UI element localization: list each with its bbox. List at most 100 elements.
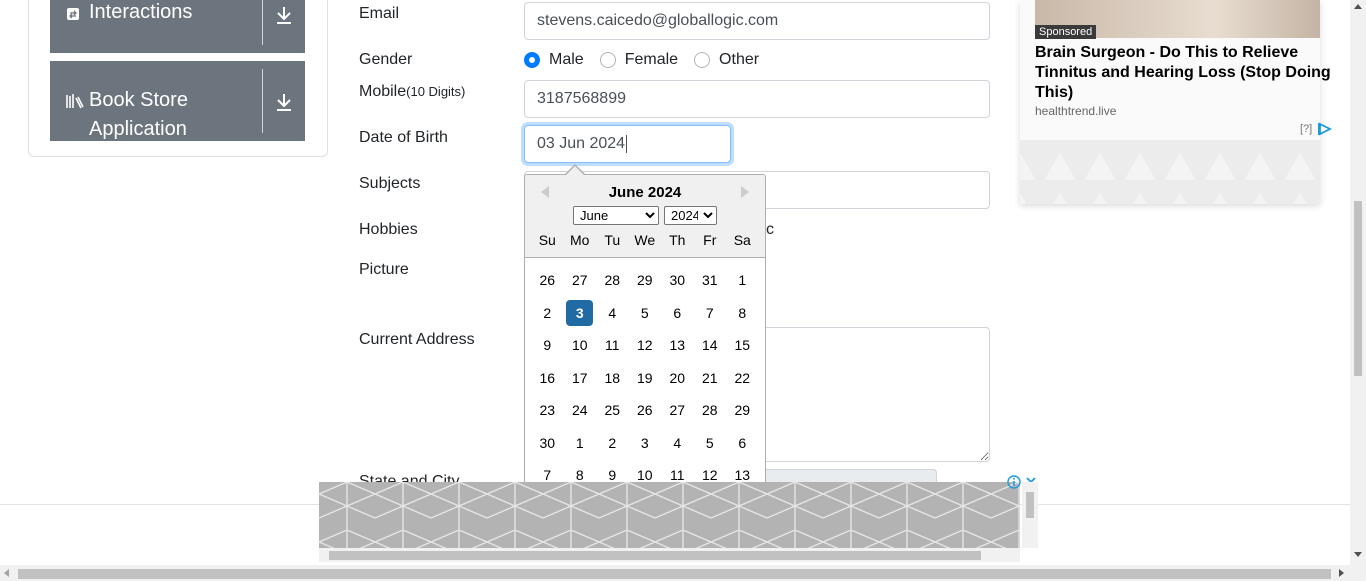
- datepicker-day[interactable]: 2: [596, 430, 629, 456]
- datepicker-day[interactable]: 16: [531, 365, 564, 391]
- datepicker-day[interactable]: 24: [564, 397, 597, 423]
- datepicker-day[interactable]: 7: [694, 300, 727, 326]
- datepicker-day[interactable]: 6: [661, 300, 694, 326]
- datepicker-week: 23 24 25 26 27 28 29: [531, 397, 759, 423]
- hobbies-option-fragment[interactable]: c: [766, 220, 774, 240]
- subjects-label: Subjects: [359, 175, 421, 192]
- ad-source[interactable]: healthtrend.live: [1035, 104, 1116, 118]
- datepicker-day[interactable]: 13: [661, 332, 694, 358]
- datepicker-day[interactable]: 11: [596, 332, 629, 358]
- datepicker-day[interactable]: 26: [629, 397, 662, 423]
- current-address-label: Current Address: [359, 331, 475, 348]
- ad-help-link[interactable]: [?]: [1300, 123, 1312, 135]
- datepicker-day[interactable]: 4: [661, 430, 694, 456]
- datepicker-day[interactable]: 30: [531, 430, 564, 456]
- scrollbar-thumb[interactable]: [18, 569, 1331, 579]
- download-icon[interactable]: [273, 4, 295, 26]
- datepicker-day[interactable]: 29: [629, 267, 662, 293]
- datepicker-day[interactable]: 28: [596, 267, 629, 293]
- bottom-banner-ad[interactable]: [319, 482, 1020, 548]
- datepicker-day[interactable]: 25: [596, 397, 629, 423]
- ad-info-icon[interactable]: [1007, 475, 1021, 489]
- datepicker-day[interactable]: 4: [596, 300, 629, 326]
- scrollbar-thumb[interactable]: [1026, 492, 1034, 518]
- gender-radio-female[interactable]: [599, 52, 616, 68]
- page-horizontal-scrollbar[interactable]: [0, 565, 1366, 581]
- weekday-label: Mo: [570, 232, 590, 248]
- divider: [262, 0, 263, 45]
- datepicker-day[interactable]: 29: [726, 397, 759, 423]
- datepicker-day[interactable]: 1: [726, 267, 759, 293]
- gender-radio-other[interactable]: [694, 52, 711, 68]
- sidebar-group-label-line1: Book Store: [89, 89, 188, 111]
- weekday-label: Tu: [604, 232, 621, 248]
- ad-background-pattern: [1020, 140, 1320, 204]
- download-icon[interactable]: [273, 91, 295, 113]
- text-caret: [626, 135, 628, 153]
- sidebar-group-label-line2: Application: [89, 118, 187, 140]
- email-field[interactable]: stevens.caicedo@globallogic.com: [524, 2, 990, 40]
- datepicker-day[interactable]: 3: [629, 430, 662, 456]
- scroll-right-icon[interactable]: [1339, 569, 1344, 577]
- datepicker-day[interactable]: 23: [531, 397, 564, 423]
- month-select[interactable]: June: [573, 206, 659, 225]
- datepicker-day[interactable]: 6: [726, 430, 759, 456]
- dob-value: 03 Jun 2024: [537, 135, 626, 152]
- datepicker-day[interactable]: 9: [531, 332, 564, 358]
- sidebar-group-label: Interactions: [89, 1, 193, 23]
- datepicker-day[interactable]: 14: [694, 332, 727, 358]
- datepicker-day[interactable]: 26: [531, 267, 564, 293]
- datepicker-day[interactable]: 5: [694, 430, 727, 456]
- ad-headline[interactable]: Brain Surgeon - Do This to Relieve Tinni…: [1035, 43, 1335, 103]
- datepicker-day[interactable]: 28: [694, 397, 727, 423]
- sponsored-badge: Sponsored: [1035, 25, 1097, 39]
- datepicker-day[interactable]: 10: [564, 332, 597, 358]
- datepicker-day[interactable]: 5: [629, 300, 662, 326]
- datepicker-day[interactable]: 12: [629, 332, 662, 358]
- datepicker-day[interactable]: 30: [661, 267, 694, 293]
- mobile-value: 3187568899: [537, 90, 626, 107]
- datepicker-day[interactable]: 2: [531, 300, 564, 326]
- datepicker-day[interactable]: 21: [694, 365, 727, 391]
- mobile-field[interactable]: 3187568899: [524, 80, 990, 118]
- gender-label-female[interactable]: Female: [625, 51, 678, 69]
- scrollbar-thumb[interactable]: [329, 551, 981, 560]
- datepicker-day[interactable]: 1: [564, 430, 597, 456]
- scroll-up-icon[interactable]: [1354, 4, 1362, 9]
- date-of-birth-input[interactable]: 03 Jun 2024: [524, 125, 731, 163]
- gender-label-other[interactable]: Other: [719, 51, 759, 69]
- datepicker-day[interactable]: 31: [694, 267, 727, 293]
- hobbies-label: Hobbies: [359, 221, 418, 238]
- weekday-label: We: [634, 232, 656, 248]
- datepicker-day[interactable]: 22: [726, 365, 759, 391]
- interactions-icon: [66, 7, 82, 23]
- datepicker-day[interactable]: 17: [564, 365, 597, 391]
- gender-label-male[interactable]: Male: [549, 51, 584, 69]
- weekday-label: Sa: [733, 232, 751, 248]
- year-select[interactable]: 2024: [664, 206, 717, 225]
- mobile-label-text: Mobile: [359, 83, 407, 100]
- scrollbar-thumb[interactable]: [1354, 201, 1362, 376]
- ad-horizontal-scrollbar[interactable]: [319, 548, 1020, 562]
- datepicker-day[interactable]: 20: [661, 365, 694, 391]
- page-vertical-scrollbar[interactable]: [1350, 0, 1366, 565]
- datepicker-day-selected[interactable]: 3: [566, 299, 594, 326]
- datepicker-popup: June 2024 June 2024 Su Mo Tu We Th Fr Sa…: [524, 174, 766, 494]
- weekday-label: Th: [669, 232, 686, 248]
- datepicker-day[interactable]: 27: [564, 267, 597, 293]
- gender-radio-male[interactable]: [524, 52, 540, 68]
- adchoices-icon[interactable]: [1318, 122, 1333, 136]
- datepicker-day[interactable]: 27: [661, 397, 694, 423]
- datepicker-day[interactable]: 8: [726, 300, 759, 326]
- datepicker-day[interactable]: 15: [726, 332, 759, 358]
- datepicker-day[interactable]: 18: [596, 365, 629, 391]
- sidebar-group-book-store[interactable]: Book Store Application: [50, 61, 305, 141]
- datepicker-day[interactable]: 19: [629, 365, 662, 391]
- ad-vertical-scrollbar[interactable]: [1022, 482, 1038, 548]
- sidebar-group-interactions[interactable]: Interactions: [50, 0, 305, 53]
- scroll-left-icon[interactable]: [4, 569, 9, 577]
- datepicker-week: 2345678: [531, 299, 759, 326]
- email-label: Email: [359, 5, 400, 22]
- datepicker-caret-fill: [566, 166, 584, 175]
- scroll-down-icon[interactable]: [1354, 552, 1362, 557]
